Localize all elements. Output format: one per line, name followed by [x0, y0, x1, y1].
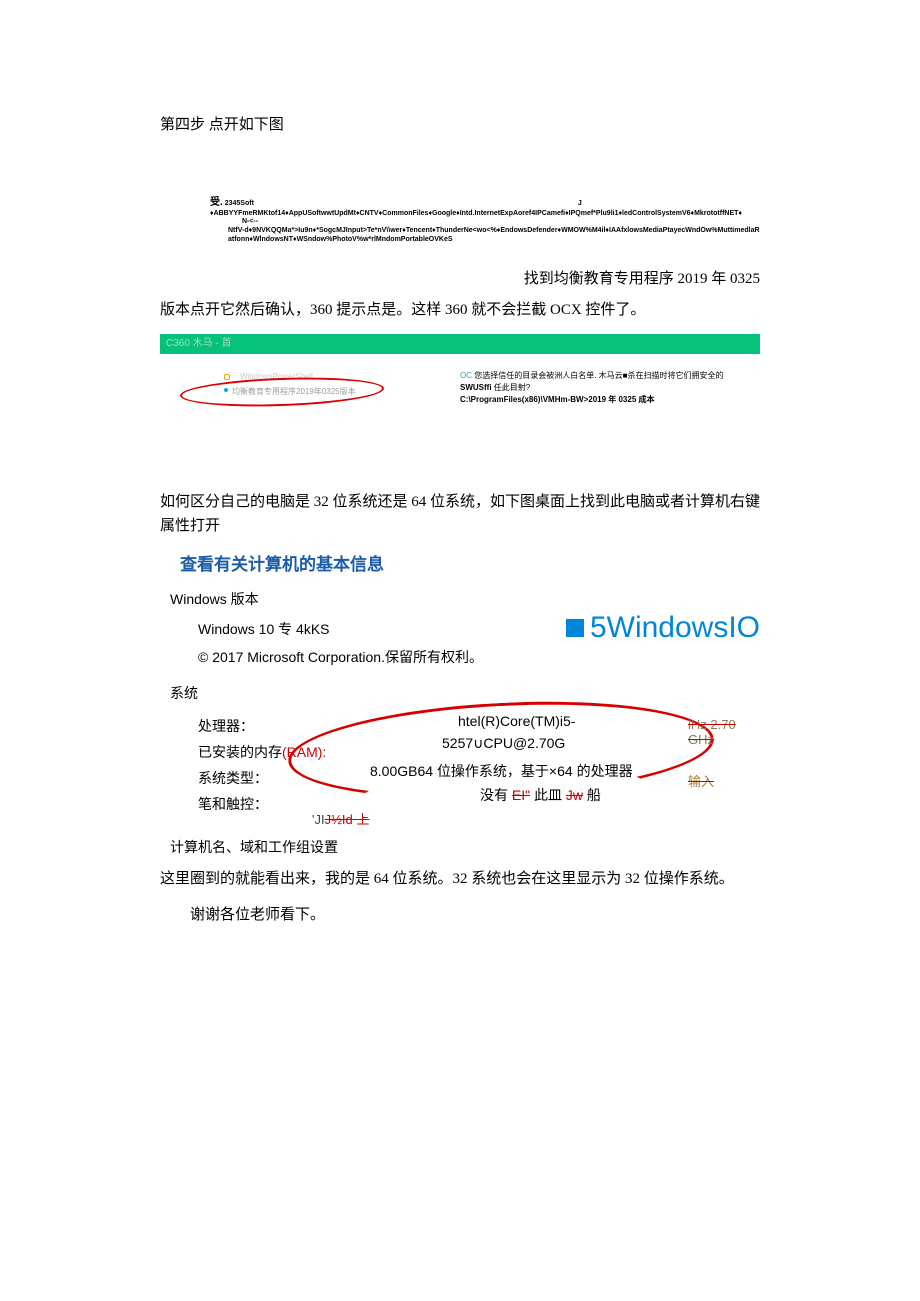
step-four-line: 第四步 点开如下图 — [160, 113, 760, 137]
trust-line3: C:\ProgramFiles(x86)\VMHm-BW>2019 年 0325… — [460, 395, 655, 404]
trust-text-block: OC 您选择信任的目录会被洲人白名单. 木马云■杀在扫描时将它们拥安全的 SWU… — [420, 370, 760, 406]
locate-program-label: 找到均衡教育专用程序 2019 年 0325 — [160, 267, 760, 288]
folder-l1c: J — [578, 200, 582, 207]
folder-l3: NtfV-d♦9NVKQQMa*>Iu9n♦*SogcMJInput>Te*nV… — [228, 227, 760, 243]
logo-5: 5 — [590, 611, 607, 645]
c360-green-bar: C360 木马 - 首 — [160, 334, 760, 354]
conclusion-para: 这里圈到的就能看出来，我的是 64 位系统。32 系统也会在这里显示为 32 位… — [160, 867, 760, 891]
windows-copyright: © 2017 Microsoft Corporation.保留所有权利。 — [198, 647, 566, 667]
howto-paragraph: 如何区分自己的电脑是 32 位系统还是 64 位系统，如下图桌面上找到此电脑或者… — [160, 490, 760, 538]
windows10-logo: 5 WindowsIO — [566, 611, 760, 645]
domain-settings-label: 计算机名、域和工作组设置 — [170, 837, 760, 857]
ostype-value: 8.00GB64 位操作系统，基于×64 的处理器 — [370, 761, 633, 781]
trust-cyan-prefix: OC — [460, 371, 472, 380]
cpu-value-1: htel(R)Core(TM)i5- — [458, 713, 575, 729]
folder-l1a: 受. — [210, 197, 223, 208]
red-oval-mark — [180, 374, 385, 409]
windows-square-icon — [566, 619, 584, 637]
folder-l2-right: N-<-- — [242, 218, 258, 225]
trust-line1: 您选择信任的目录会被洲人白名单. 木马云■杀在扫描时将它们拥安全的 — [474, 371, 723, 380]
confirm-line: 版本点开它然后确认，360 提示点是。这样 360 就不会拦截 OCX 控件了。 — [160, 298, 760, 322]
trust-line2-bold: SWUSffi — [460, 383, 492, 392]
windows-edition: Windows 10 专 4kKS — [198, 619, 566, 639]
system-table: 处理器： htel(R)Core(TM)i5- 5257∪CPU@2.70G i… — [198, 713, 760, 833]
jid-text: 'JIJ½Id 上 — [312, 809, 369, 828]
logo-text: WindowsIO — [607, 611, 760, 645]
folder-listing: 受. 2345Soft J ♦ABBYYFmeRMKtof14♦AppUSoft… — [210, 197, 760, 245]
system-header: 系统 — [170, 683, 760, 703]
pen-value: 没有 EI" 此皿 Jw 船 — [480, 785, 601, 805]
trust-dialog-row: WindowsPowerShell 均衡教育专用程序2019年0325版本 OC… — [160, 370, 760, 410]
trust-line2-rest: 任此目射? — [494, 383, 530, 392]
windows-edition-header: Windows 版本 — [170, 589, 760, 609]
bullet-icon — [224, 374, 230, 380]
cpu-ghz: iHz 2.70 GHz — [688, 717, 760, 747]
folder-l2: ♦ABBYYFmeRMKtof14♦AppUSoftwwtUpdMt♦CNTV♦… — [210, 210, 742, 217]
thanks-line: 谢谢各位老师看下。 — [160, 903, 760, 927]
cpu-value-2: 5257∪CPU@2.70G — [442, 735, 565, 752]
circled-program-oval: WindowsPowerShell 均衡教育专用程序2019年0325版本 — [180, 370, 390, 410]
sysinfo-title: 查看有关计算机的基本信息 — [180, 550, 760, 575]
input-strike: 输入 — [688, 771, 714, 790]
folder-l1b: 2345Soft — [225, 200, 254, 207]
